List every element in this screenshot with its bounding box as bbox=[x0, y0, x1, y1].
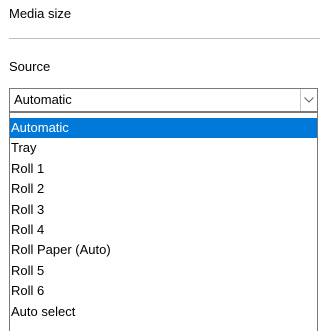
dropdown-option-auto-select[interactable]: Auto select bbox=[10, 302, 317, 322]
source-dropdown-list: Automatic Tray Roll 1 Roll 2 Roll 3 Roll… bbox=[9, 112, 318, 331]
source-select-value: Automatic bbox=[14, 92, 72, 107]
dropdown-option-automatic[interactable]: Automatic bbox=[10, 118, 317, 139]
dropdown-option-roll-3[interactable]: Roll 3 bbox=[10, 200, 317, 220]
dropdown-option-tray[interactable]: Tray bbox=[10, 138, 317, 158]
source-select-toggle[interactable] bbox=[300, 89, 317, 111]
dropdown-option-roll-4[interactable]: Roll 4 bbox=[10, 220, 317, 240]
dropdown-option-roll-5[interactable]: Roll 5 bbox=[10, 261, 317, 281]
source-label: Source bbox=[9, 59, 51, 74]
dropdown-option-roll-paper-auto[interactable]: Roll Paper (Auto) bbox=[10, 240, 317, 260]
source-select[interactable]: Automatic bbox=[9, 88, 318, 112]
chevron-down-icon bbox=[304, 97, 314, 103]
section-title-media-size: Media size bbox=[9, 6, 72, 21]
dropdown-option-roll-2[interactable]: Roll 2 bbox=[10, 179, 317, 199]
dropdown-option-roll-6[interactable]: Roll 6 bbox=[10, 281, 317, 301]
section-divider bbox=[9, 38, 320, 39]
dropdown-option-roll-1[interactable]: Roll 1 bbox=[10, 159, 317, 179]
